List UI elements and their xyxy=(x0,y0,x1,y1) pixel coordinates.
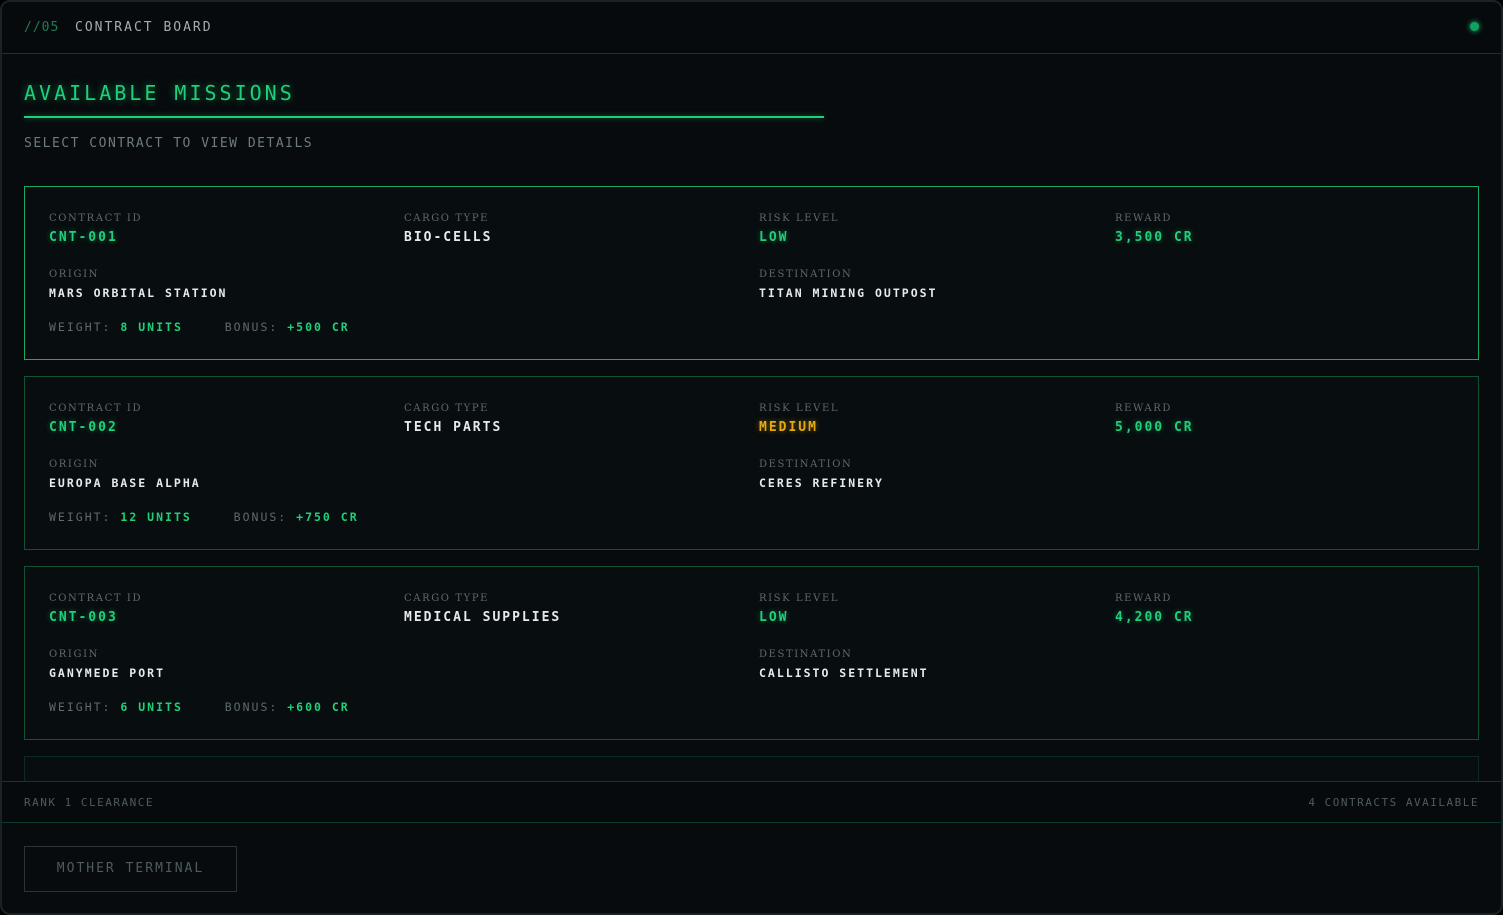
reward-value: 3,500 CR xyxy=(1115,230,1194,245)
status-bar: RANK 1 CLEARANCE 4 CONTRACTS AVAILABLE xyxy=(2,781,1501,823)
cargo-type-value: MEDICAL SUPPLIES xyxy=(404,610,562,625)
risk-level-value: LOW xyxy=(759,230,789,245)
origin-value: MARS ORBITAL STATION xyxy=(49,286,228,300)
section-number: //05 xyxy=(24,20,60,35)
contract-id-field: CONTRACT ID CNT-001 xyxy=(49,213,142,245)
origin-field: ORIGIN MARS ORBITAL STATION xyxy=(49,269,227,300)
contract-extras: WEIGHT: 6 UNITS BONUS: +600 CR xyxy=(49,700,350,714)
mission-list-panel[interactable]: AVAILABLE MISSIONS SELECT CONTRACT TO VI… xyxy=(2,55,1501,781)
contract-id-label: CONTRACT ID xyxy=(49,593,143,604)
origin-label: ORIGIN xyxy=(49,269,99,280)
weight-label: WEIGHT: xyxy=(49,510,112,524)
window-title: CONTRACT BOARD xyxy=(75,20,213,35)
origin-field: ORIGIN GANYMEDE PORT xyxy=(49,649,165,680)
reward-field: REWARD 4,200 CR xyxy=(1115,593,1194,625)
contract-card[interactable]: CONTRACT ID CNT-001 CARGO TYPE BIO-CELLS… xyxy=(24,186,1479,360)
risk-level-label: RISK LEVEL xyxy=(759,593,840,604)
cargo-type-value: TECH PARTS xyxy=(404,420,503,435)
bonus-label: BONUS: xyxy=(233,510,288,524)
reward-label: REWARD xyxy=(1115,593,1172,604)
weight-label: WEIGHT: xyxy=(49,700,112,714)
top-bar: //05 CONTRACT BOARD xyxy=(2,2,1501,54)
origin-field: ORIGIN EUROPA BASE ALPHA xyxy=(49,459,201,490)
cargo-type-field: CARGO TYPE BIO-CELLS xyxy=(404,213,492,245)
title-divider xyxy=(24,116,824,118)
contract-id-value: CNT-002 xyxy=(49,420,118,435)
contract-id-value: CNT-001 xyxy=(49,230,118,245)
risk-level-value: MEDIUM xyxy=(759,420,818,435)
status-indicator-icon xyxy=(1470,22,1479,31)
weight-value: 12 UNITS xyxy=(120,510,192,524)
cargo-type-label: CARGO TYPE xyxy=(404,403,490,414)
destination-field: DESTINATION CALLISTO SETTLEMENT xyxy=(759,649,929,680)
reward-value: 5,000 CR xyxy=(1115,420,1194,435)
page-title: AVAILABLE MISSIONS xyxy=(24,81,295,105)
weight-value: 6 UNITS xyxy=(120,700,183,714)
weight-label: WEIGHT: xyxy=(49,320,112,334)
contract-extras: WEIGHT: 12 UNITS BONUS: +750 CR xyxy=(49,510,359,524)
destination-value: CALLISTO SETTLEMENT xyxy=(759,666,929,680)
risk-level-field: RISK LEVEL MEDIUM xyxy=(759,403,839,435)
weight-value: 8 UNITS xyxy=(120,320,183,334)
contract-id-label: CONTRACT ID xyxy=(49,213,143,224)
destination-field: DESTINATION CERES REFINERY xyxy=(759,459,884,490)
contracts-count: 4 CONTRACTS AVAILABLE xyxy=(1308,796,1479,809)
bonus-value: +750 CR xyxy=(296,510,359,524)
contract-card[interactable]: CONTRACT ID CNT-002 CARGO TYPE TECH PART… xyxy=(24,376,1479,550)
cargo-type-label: CARGO TYPE xyxy=(404,593,490,604)
reward-label: REWARD xyxy=(1115,213,1172,224)
risk-level-field: RISK LEVEL LOW xyxy=(759,593,839,625)
rank-clearance: RANK 1 CLEARANCE xyxy=(24,796,154,809)
risk-level-value: LOW xyxy=(759,610,789,625)
risk-level-field: RISK LEVEL LOW xyxy=(759,213,839,245)
destination-label: DESTINATION xyxy=(759,649,853,660)
contract-card[interactable]: CONTRACT ID CNT-003 CARGO TYPE MEDICAL S… xyxy=(24,566,1479,740)
risk-level-label: RISK LEVEL xyxy=(759,213,840,224)
origin-label: ORIGIN xyxy=(49,459,99,470)
contract-card-partial[interactable] xyxy=(24,756,1479,781)
bonus-label: BONUS: xyxy=(224,320,279,334)
cargo-type-value: BIO-CELLS xyxy=(404,230,493,245)
page-subtitle: SELECT CONTRACT TO VIEW DETAILS xyxy=(24,136,314,151)
reward-value: 4,200 CR xyxy=(1115,610,1194,625)
destination-label: DESTINATION xyxy=(759,269,853,280)
cargo-type-label: CARGO TYPE xyxy=(404,213,490,224)
contract-id-label: CONTRACT ID xyxy=(49,403,143,414)
bonus-value: +600 CR xyxy=(287,700,350,714)
destination-field: DESTINATION TITAN MINING OUTPOST xyxy=(759,269,937,300)
contract-id-field: CONTRACT ID CNT-003 xyxy=(49,593,142,625)
reward-field: REWARD 5,000 CR xyxy=(1115,403,1194,435)
origin-label: ORIGIN xyxy=(49,649,99,660)
bonus-label: BONUS: xyxy=(224,700,279,714)
destination-label: DESTINATION xyxy=(759,459,853,470)
contract-id-field: CONTRACT ID CNT-002 xyxy=(49,403,142,435)
destination-value: TITAN MINING OUTPOST xyxy=(759,286,938,300)
reward-label: REWARD xyxy=(1115,403,1172,414)
mother-terminal-button[interactable]: MOTHER TERMINAL xyxy=(24,846,237,892)
origin-value: EUROPA BASE ALPHA xyxy=(49,476,201,490)
cargo-type-field: CARGO TYPE TECH PARTS xyxy=(404,403,502,435)
origin-value: GANYMEDE PORT xyxy=(49,666,166,680)
destination-value: CERES REFINERY xyxy=(759,476,884,490)
contract-board-window: //05 CONTRACT BOARD AVAILABLE MISSIONS S… xyxy=(0,0,1503,915)
cargo-type-field: CARGO TYPE MEDICAL SUPPLIES xyxy=(404,593,561,625)
reward-field: REWARD 3,500 CR xyxy=(1115,213,1194,245)
contract-id-value: CNT-003 xyxy=(49,610,118,625)
contract-extras: WEIGHT: 8 UNITS BONUS: +500 CR xyxy=(49,320,350,334)
bonus-value: +500 CR xyxy=(287,320,350,334)
risk-level-label: RISK LEVEL xyxy=(759,403,840,414)
